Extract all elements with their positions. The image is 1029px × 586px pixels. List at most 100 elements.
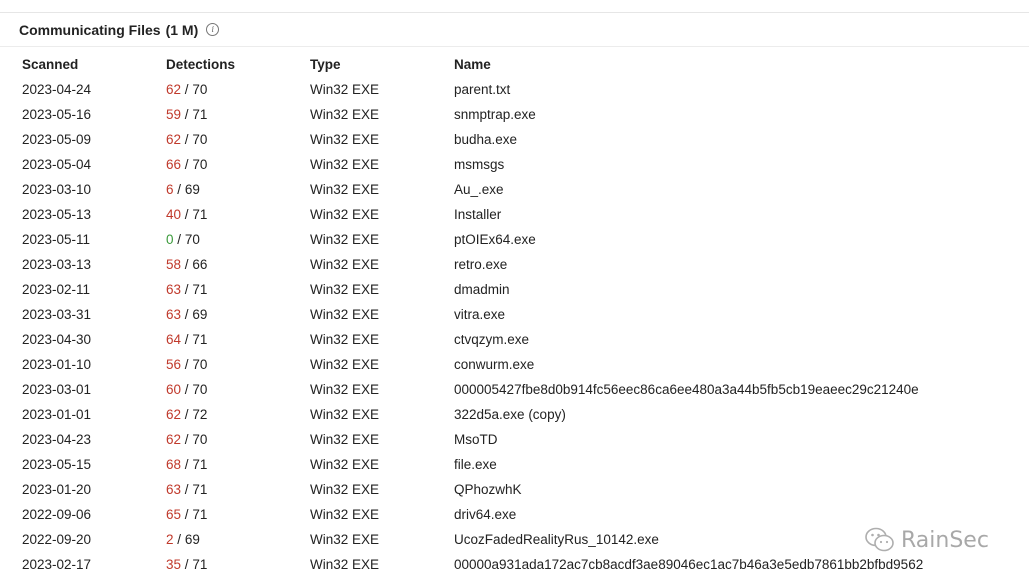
detection-count: 62 xyxy=(166,132,182,147)
file-name-link[interactable]: driv64.exe xyxy=(454,502,1014,527)
table-row[interactable]: 2023-05-11 0 / 70 Win32 EXE ptOIEx64.exe xyxy=(22,227,1014,252)
file-name-link[interactable]: snmptrap.exe xyxy=(454,102,1014,127)
detection-separator: / xyxy=(184,207,189,222)
table-row[interactable]: 2023-02-17 35 / 71 Win32 EXE 00000a931ada17… xyxy=(22,552,1014,577)
file-name-link[interactable]: ptOIEx64.exe xyxy=(454,227,1014,252)
scanned-date: 2023-04-23 xyxy=(22,432,92,447)
scanned-date: 2023-05-15 xyxy=(22,457,92,472)
file-type: Win32 EXE xyxy=(310,532,380,547)
table-row[interactable]: 2023-05-09 62 / 70 Win32 EXE budha.exe xyxy=(22,127,1014,152)
table-row[interactable]: 2023-01-10 56 / 70 Win32 EXE conwurm.exe xyxy=(22,352,1014,377)
detections-cell: 0 / 70 xyxy=(166,227,310,252)
file-name-link[interactable]: 00000a931ada172ac7cb8acdf3ae89046ec1ac7b… xyxy=(454,552,1014,577)
detection-separator: / xyxy=(184,82,189,97)
file-name-link[interactable]: ctvqzym.exe xyxy=(454,327,1014,352)
table-row[interactable]: 2023-01-01 62 / 72 Win32 EXE 322d5a.exe (co… xyxy=(22,402,1014,427)
info-icon[interactable]: i xyxy=(206,23,220,36)
file-name-link[interactable]: file.exe xyxy=(454,452,1014,477)
table-row[interactable]: 2023-02-11 63 / 71 Win32 EXE dmadmin xyxy=(22,277,1014,302)
file-name-link[interactable]: budha.exe xyxy=(454,127,1014,152)
scanned-date: 2023-05-13 xyxy=(22,207,92,222)
file-name-link[interactable]: 322d5a.exe (copy) xyxy=(454,402,1014,427)
detection-separator: / xyxy=(184,132,189,147)
scanned-date: 2023-05-09 xyxy=(22,132,92,147)
detections-cell: 62 / 72 xyxy=(166,402,310,427)
detection-count: 6 xyxy=(166,182,174,197)
detection-total: 71 xyxy=(192,457,208,472)
detections-cell: 60 / 70 xyxy=(166,377,310,402)
detection-separator: / xyxy=(184,507,189,522)
file-type: Win32 EXE xyxy=(310,507,380,522)
detections-cell: 64 / 71 xyxy=(166,327,310,352)
table-row[interactable]: 2023-04-24 62 / 70 Win32 EXE parent.txt xyxy=(22,77,1014,102)
detection-separator: / xyxy=(184,282,189,297)
file-name-link[interactable]: 000005427fbe8d0b914fc56eec86ca6ee480a3a4… xyxy=(454,377,1014,402)
file-name-link[interactable]: MsoTD xyxy=(454,427,1014,452)
detections-cell: 66 / 70 xyxy=(166,152,310,177)
detection-total: 70 xyxy=(184,232,200,247)
detection-total: 71 xyxy=(192,482,208,497)
detections-cell: 63 / 71 xyxy=(166,277,310,302)
detection-separator: / xyxy=(184,382,189,397)
detection-total: 70 xyxy=(192,382,208,397)
detection-total: 69 xyxy=(184,532,200,547)
column-header-detections[interactable]: Detections xyxy=(166,51,310,77)
table-row[interactable]: 2023-03-10 6 / 69 Win32 EXE Au_.exe xyxy=(22,177,1014,202)
scanned-date: 2023-01-20 xyxy=(22,482,92,497)
file-name-link[interactable]: Au_.exe xyxy=(454,177,1014,202)
watermark: RainSec xyxy=(865,527,989,553)
wechat-icon xyxy=(865,527,894,552)
file-name-link[interactable]: QPhozwhK xyxy=(454,477,1014,502)
file-type: Win32 EXE xyxy=(310,407,380,422)
file-type: Win32 EXE xyxy=(310,432,380,447)
detection-count: 40 xyxy=(166,207,182,222)
file-name-link[interactable]: parent.txt xyxy=(454,77,1014,102)
watermark-text: RainSec xyxy=(901,527,989,553)
column-header-scanned[interactable]: Scanned xyxy=(22,51,166,77)
file-name-link[interactable]: Installer xyxy=(454,202,1014,227)
detection-count: 62 xyxy=(166,82,182,97)
detection-total: 70 xyxy=(192,157,208,172)
detection-count: 0 xyxy=(166,232,174,247)
detections-cell: 58 / 66 xyxy=(166,252,310,277)
column-header-type[interactable]: Type xyxy=(310,51,454,77)
file-type: Win32 EXE xyxy=(310,282,380,297)
file-name-link[interactable]: retro.exe xyxy=(454,252,1014,277)
detections-cell: 68 / 71 xyxy=(166,452,310,477)
file-name-link[interactable]: dmadmin xyxy=(454,277,1014,302)
file-name-link[interactable]: conwurm.exe xyxy=(454,352,1014,377)
detection-total: 70 xyxy=(192,82,208,97)
file-name-link[interactable]: msmsgs xyxy=(454,152,1014,177)
file-type: Win32 EXE xyxy=(310,307,380,322)
detection-count: 63 xyxy=(166,482,182,497)
file-type: Win32 EXE xyxy=(310,482,380,497)
column-header-name[interactable]: Name xyxy=(454,51,1014,77)
detection-separator: / xyxy=(184,407,189,422)
detection-count: 66 xyxy=(166,157,182,172)
file-type: Win32 EXE xyxy=(310,182,380,197)
table-row[interactable]: 2023-04-30 64 / 71 Win32 EXE ctvqzym.exe xyxy=(22,327,1014,352)
table-row[interactable]: 2023-03-31 63 / 69 Win32 EXE vitra.exe xyxy=(22,302,1014,327)
scanned-date: 2023-02-11 xyxy=(22,282,91,297)
table-row[interactable]: 2023-05-13 40 / 71 Win32 EXE Installer xyxy=(22,202,1014,227)
file-name-link[interactable]: vitra.exe xyxy=(454,302,1014,327)
table-row[interactable]: 2023-01-20 63 / 71 Win32 EXE QPhozwhK xyxy=(22,477,1014,502)
detection-separator: / xyxy=(184,557,189,572)
scanned-date: 2023-03-10 xyxy=(22,182,92,197)
detection-count: 35 xyxy=(166,557,182,572)
table-row[interactable]: 2023-05-16 59 / 71 Win32 EXE snmptrap.exe xyxy=(22,102,1014,127)
detection-total: 66 xyxy=(192,257,208,272)
table-row[interactable]: 2022-09-06 65 / 71 Win32 EXE driv64.exe xyxy=(22,502,1014,527)
detection-count: 62 xyxy=(166,432,182,447)
table-row[interactable]: 2023-03-13 58 / 66 Win32 EXE retro.exe xyxy=(22,252,1014,277)
table-row[interactable]: 2023-03-01 60 / 70 Win32 EXE 000005427fbe8d… xyxy=(22,377,1014,402)
detection-count: 59 xyxy=(166,107,182,122)
table-row[interactable]: 2023-05-04 66 / 70 Win32 EXE msmsgs xyxy=(22,152,1014,177)
detection-separator: / xyxy=(177,532,182,547)
detection-total: 70 xyxy=(192,357,208,372)
file-type: Win32 EXE xyxy=(310,157,380,172)
file-type: Win32 EXE xyxy=(310,557,380,572)
table-row[interactable]: 2023-04-23 62 / 70 Win32 EXE MsoTD xyxy=(22,427,1014,452)
table-row[interactable]: 2023-05-15 68 / 71 Win32 EXE file.exe xyxy=(22,452,1014,477)
detection-total: 71 xyxy=(192,207,208,222)
